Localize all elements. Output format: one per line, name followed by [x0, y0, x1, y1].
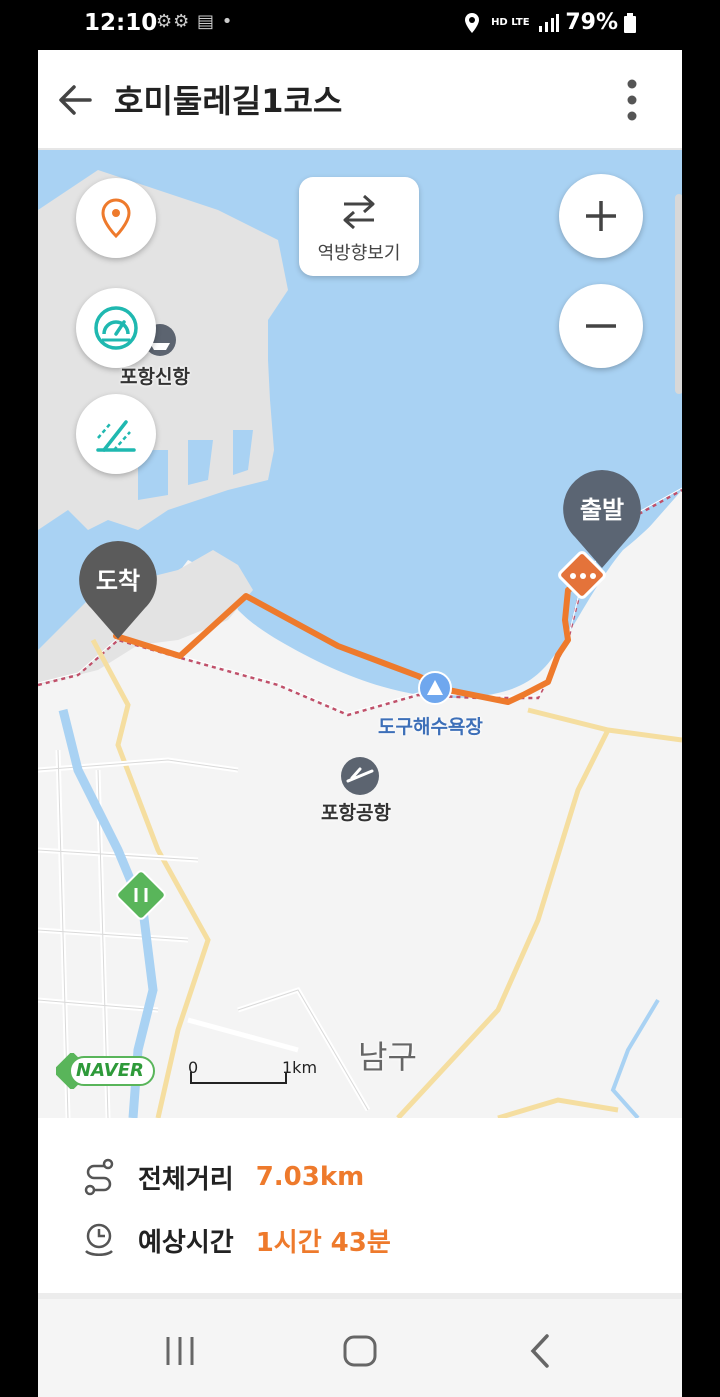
- place-label-beach: 도구해수욕장: [378, 716, 483, 738]
- distance-value: 7.03km: [255, 1162, 365, 1192]
- clock-icon: [85, 1223, 113, 1256]
- airport-icon: [341, 757, 379, 795]
- app-window: 호미둘레길1코스 역방향보기 출발 도착 포항신항 도구해수욕장 포항공항 남구…: [38, 50, 682, 1397]
- swap-arrows-icon: [343, 194, 375, 229]
- my-location-button[interactable]: [76, 178, 156, 258]
- system-nav-bar: [38, 1299, 682, 1397]
- place-label-port: 포항신항: [120, 366, 190, 388]
- notification-icons: ⚙⚙ ▤ •: [156, 11, 234, 32]
- elevation-icon: [96, 420, 136, 452]
- start-pin[interactable]: 출발: [561, 468, 643, 570]
- speedometer-icon: [94, 306, 138, 350]
- home-icon[interactable]: [340, 1331, 380, 1371]
- back-nav-icon[interactable]: [521, 1331, 561, 1371]
- zoom-in-button[interactable]: [559, 174, 643, 258]
- plus-icon: [586, 201, 616, 231]
- time-label: 예상시간: [138, 1227, 234, 1258]
- location-pin-icon: [101, 198, 131, 239]
- signal-icon: [539, 13, 560, 32]
- reverse-direction-label: 역방향보기: [317, 243, 401, 264]
- speed-button[interactable]: [76, 288, 156, 368]
- beach-icon: [418, 671, 452, 705]
- distance-label: 전체거리: [138, 1164, 234, 1195]
- reverse-direction-button[interactable]: 역방향보기: [299, 177, 419, 276]
- naver-logo-text: NAVER: [76, 1060, 144, 1081]
- recent-apps-icon[interactable]: [160, 1331, 200, 1371]
- time-row: 예상시간 1시간 43분: [82, 1221, 391, 1259]
- battery-level: 79%: [565, 10, 618, 35]
- elevation-button[interactable]: [76, 394, 156, 474]
- map-side-handle[interactable]: [675, 194, 682, 394]
- battery-icon: [624, 12, 636, 33]
- distance-row: 전체거리 7.03km: [82, 1158, 364, 1196]
- scale-bar: [190, 1072, 287, 1084]
- status-right: HD LTE 79%: [463, 10, 636, 35]
- app-header: 호미둘레길1코스: [38, 50, 682, 150]
- time-value: 1시간 43분: [255, 1227, 391, 1258]
- minus-icon: [586, 324, 616, 328]
- back-arrow-icon[interactable]: [54, 78, 98, 122]
- naver-logo: NAVER: [53, 1052, 156, 1093]
- start-pin-label: 출발: [579, 496, 625, 524]
- status-bar: 12:10 ⚙⚙ ▤ • HD LTE 79%: [0, 0, 720, 50]
- place-label-airport: 포항공항: [321, 802, 391, 824]
- status-time: 12:10: [84, 10, 158, 36]
- location-icon: [465, 12, 480, 33]
- network-type: HD LTE: [491, 16, 530, 28]
- map-view[interactable]: 역방향보기 출발 도착 포항신항 도구해수욕장 포항공항 남구 NAVER 0 …: [38, 150, 682, 1118]
- route-info-panel: 전체거리 7.03km 예상시간 1시간 43분: [38, 1118, 682, 1293]
- route-distance-icon: [84, 1158, 114, 1196]
- zoom-out-button[interactable]: [559, 284, 643, 368]
- end-pin[interactable]: 도착: [77, 539, 159, 641]
- place-label-district: 남구: [358, 1038, 417, 1076]
- more-options-icon[interactable]: [622, 78, 642, 122]
- end-pin-label: 도착: [95, 567, 141, 595]
- page-title: 호미둘레길1코스: [114, 82, 343, 120]
